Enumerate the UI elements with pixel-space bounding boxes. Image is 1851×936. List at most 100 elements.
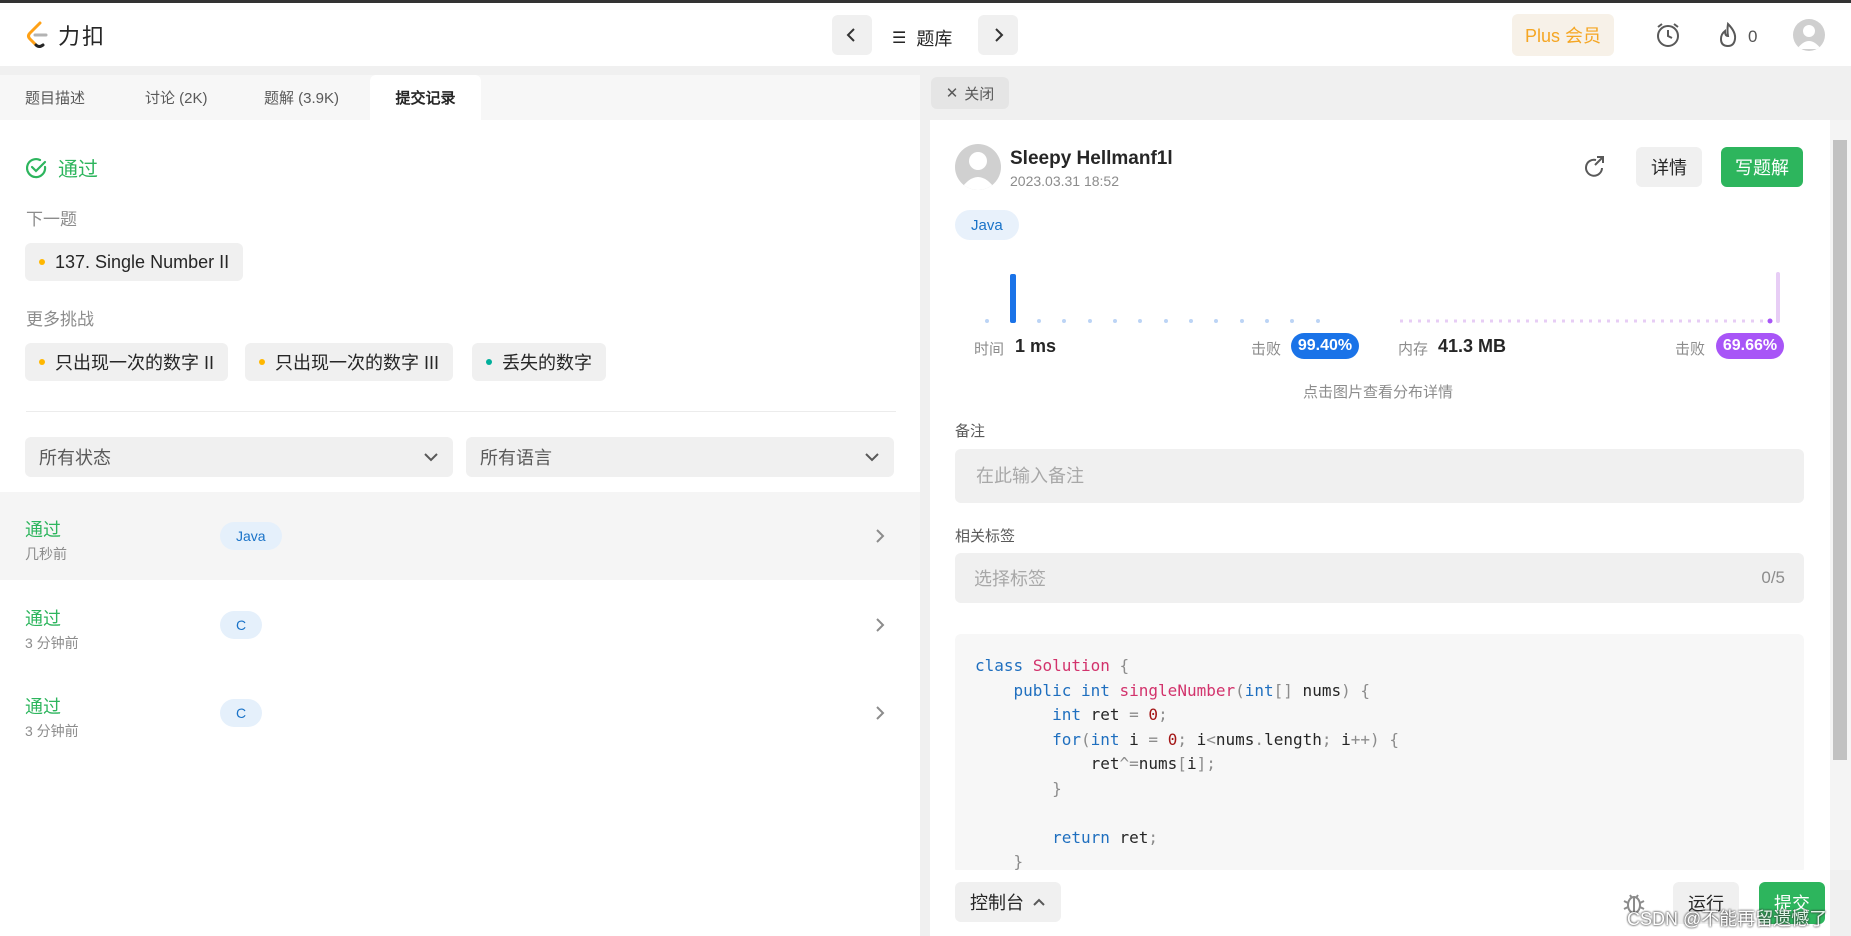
runtime-value: 1 ms <box>1015 336 1057 356</box>
language-filter-value: 所有语言 <box>480 448 552 468</box>
list-icon: ☰ <box>892 30 907 47</box>
status-filter-select[interactable]: 所有状态 <box>25 437 453 477</box>
submission-row[interactable]: 通过 3 分钟前 C <box>0 581 920 669</box>
user-avatar <box>955 144 1001 190</box>
code-content: class Solution { public int singleNumber… <box>975 656 1399 871</box>
difficulty-dot <box>259 359 265 365</box>
prev-problem-button[interactable] <box>832 15 872 55</box>
submission-status: 通过 <box>25 609 61 629</box>
more-challenges-label: 更多挑战 <box>26 310 94 329</box>
chevron-right-icon <box>995 28 1004 42</box>
chevron-left-icon <box>846 28 855 42</box>
submission-time: 3 分钟前 <box>25 723 79 739</box>
console-label: 控制台 <box>970 893 1024 913</box>
console-button[interactable]: 控制台 <box>955 882 1061 922</box>
submission-status: 通过 <box>25 697 61 717</box>
panel-splitter[interactable] <box>920 75 930 936</box>
tab-description[interactable]: 题目描述 <box>25 75 85 120</box>
share-icon[interactable] <box>1582 154 1608 180</box>
memory-distribution <box>1400 272 1780 324</box>
submission-lang: C <box>220 611 263 639</box>
tags-placeholder: 选择标签 <box>974 569 1046 589</box>
submission-time: 3 分钟前 <box>25 635 79 651</box>
fire-icon[interactable] <box>1716 21 1740 49</box>
tab-submissions[interactable]: 提交记录 <box>370 75 481 120</box>
note-label: 备注 <box>955 423 986 440</box>
note-input[interactable] <box>974 464 1785 488</box>
detail-button[interactable]: 详情 <box>1636 147 1702 187</box>
logo-text: 力扣 <box>58 25 107 50</box>
check-circle-icon <box>26 157 47 178</box>
tabs-bar: 题目描述 讨论 (2K) 题解 (3.9K) 提交记录 <box>0 75 920 120</box>
memory-value: 41.3 MB <box>1438 336 1507 356</box>
memory-beat-badge: 69.66% <box>1716 333 1784 359</box>
user-name[interactable]: Sleepy Hellmanf1l <box>1010 148 1173 170</box>
runtime-distribution <box>985 274 1320 323</box>
chevron-down-icon <box>424 453 438 462</box>
tags-select[interactable]: 选择标签 0/5 <box>955 553 1804 603</box>
alarm-icon[interactable] <box>1654 21 1682 49</box>
chevron-down-icon <box>865 453 879 462</box>
status-filter-value: 所有状态 <box>39 448 111 468</box>
runtime-label: 时间 <box>974 341 1005 358</box>
logo-icon <box>27 21 48 48</box>
note-field[interactable] <box>955 449 1804 503</box>
top-nav: 力扣 ☰ 题库 Plus 会员 0 <box>0 3 1851 66</box>
challenge-title: 只出现一次的数字 III <box>275 353 440 373</box>
problemset-link[interactable]: ☰ 题库 <box>892 25 952 51</box>
language-filter-select[interactable]: 所有语言 <box>466 437 894 477</box>
submission-status: 通过 <box>25 520 61 540</box>
challenge-chip[interactable]: 只出现一次的数字 III <box>245 343 454 381</box>
runtime-beat-badge: 99.40% <box>1291 333 1359 359</box>
avatar-icon <box>960 152 996 190</box>
challenge-chip[interactable]: 丢失的数字 <box>472 343 606 381</box>
logo[interactable]: 力扣 <box>26 19 106 51</box>
close-icon: ✕ <box>945 85 959 102</box>
plus-member-button[interactable]: Plus 会员 <box>1512 14 1614 56</box>
submission-row[interactable]: 通过 几秒前 Java <box>0 492 920 580</box>
result-status-text: 通过 <box>58 159 98 181</box>
chevron-right-icon <box>876 529 885 543</box>
submission-lang: Java <box>220 522 282 550</box>
right-tabs-bar <box>930 75 1851 120</box>
chevron-right-icon <box>876 618 885 632</box>
challenge-chip[interactable]: 只出现一次的数字 II <box>25 343 229 381</box>
problemset-label: 题库 <box>916 29 953 49</box>
difficulty-dot <box>39 359 45 365</box>
next-problem-button[interactable] <box>978 15 1018 55</box>
watermark: CSDN @不能再留遗憾了 <box>1627 909 1828 929</box>
divider <box>26 411 896 412</box>
distribution-hint: 点击图片查看分布详情 <box>1303 384 1454 401</box>
tab-discussion[interactable]: 讨论 (2K) <box>145 75 208 120</box>
tags-count: 0/5 <box>1761 568 1785 587</box>
difficulty-dot <box>486 359 492 365</box>
tags-label: 相关标签 <box>955 528 1016 545</box>
memory-label: 内存 <box>1398 341 1429 358</box>
next-problem-chip[interactable]: 137. Single Number II <box>25 243 244 281</box>
avatar[interactable] <box>1793 19 1825 51</box>
chevron-right-icon <box>876 706 885 720</box>
close-tab-button[interactable]: ✕ 关闭 <box>931 77 1009 109</box>
chevron-up-icon <box>1033 898 1045 906</box>
fire-count: 0 <box>1748 27 1758 46</box>
submission-date: 2023.03.31 18:52 <box>1010 173 1119 189</box>
tab-solutions[interactable]: 题解 (3.9K) <box>264 75 339 120</box>
difficulty-dot <box>39 259 45 265</box>
language-tag: Java <box>955 210 1019 240</box>
challenge-title: 只出现一次的数字 II <box>55 353 215 373</box>
memory-beat-label: 击败 <box>1675 341 1706 358</box>
submission-time: 几秒前 <box>25 546 67 562</box>
scrollbar-thumb[interactable] <box>1833 140 1847 760</box>
left-panel: 题目描述 讨论 (2K) 题解 (3.9K) 提交记录 通过 下一题 137. … <box>0 75 920 936</box>
next-problem-title: 137. Single Number II <box>55 251 230 272</box>
next-problem-label: 下一题 <box>26 210 77 229</box>
challenge-title: 丢失的数字 <box>502 353 592 373</box>
result-status: 通过 <box>26 153 98 182</box>
submission-row[interactable]: 通过 3 分钟前 C <box>0 669 920 757</box>
distribution-chart[interactable] <box>955 262 1805 324</box>
submission-lang: C <box>220 699 263 727</box>
write-solution-button[interactable]: 写题解 <box>1721 147 1803 187</box>
runtime-beat-label: 击败 <box>1251 341 1282 358</box>
close-tab-label: 关闭 <box>964 85 995 103</box>
code-viewer[interactable]: class Solution { public int singleNumber… <box>955 634 1804 874</box>
